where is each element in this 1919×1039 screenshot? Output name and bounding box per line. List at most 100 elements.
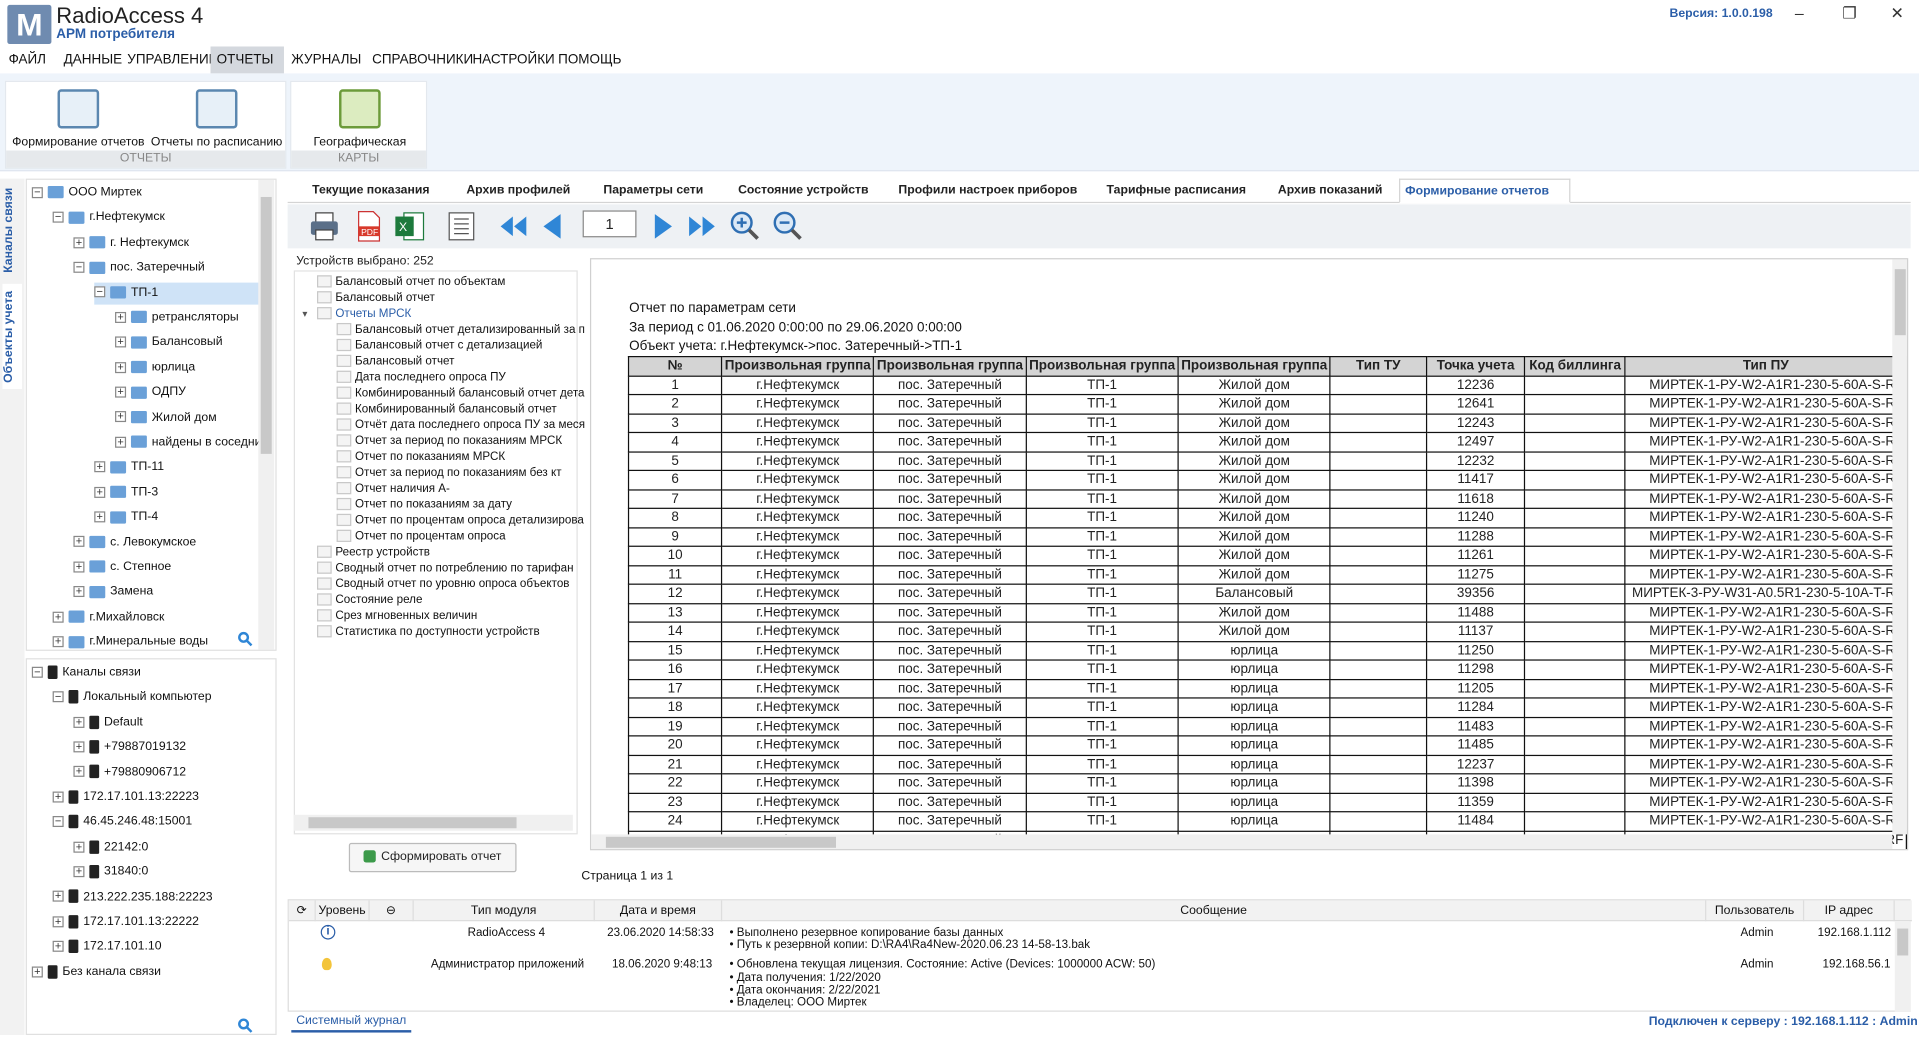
log-col-message[interactable]: Сообщение [722, 900, 1707, 922]
expand-icon[interactable]: + [115, 361, 127, 373]
close-button[interactable]: ✕ [1885, 4, 1909, 24]
zoom-in-icon[interactable] [728, 209, 762, 243]
expand-icon[interactable]: + [73, 841, 85, 853]
expand-icon[interactable]: + [94, 511, 106, 523]
expand-icon[interactable]: + [73, 766, 85, 778]
next-page-icon[interactable] [645, 209, 679, 243]
channel-node[interactable]: +213.222.235.188:22223 [52, 886, 213, 908]
report-item[interactable]: Отчет за период по показаниям без кт [336, 465, 562, 481]
log-col-level[interactable]: Уровень [316, 900, 370, 922]
report-item[interactable]: Отчет за период по показаниям МРСК [336, 433, 562, 449]
tree-node[interactable]: + ОДПУ [115, 382, 186, 404]
objects-tree-scroll-thumb[interactable] [260, 196, 272, 454]
tree-node[interactable]: + г. Нефтекумск [73, 232, 189, 254]
expand-icon[interactable]: + [52, 636, 64, 648]
report-hscroll-thumb[interactable] [605, 836, 836, 848]
report-item[interactable]: Сводный отчет по потреблению по тарифан [317, 560, 574, 576]
tab-profile-archive[interactable]: Архив профилей [461, 179, 575, 203]
expand-icon[interactable]: + [115, 336, 127, 348]
form-reports-button[interactable]: Формирование отчетов [11, 89, 146, 149]
tab-channels[interactable]: Каналы связи [2, 186, 22, 274]
channel-node[interactable]: − Локальный компьютер [52, 687, 212, 709]
expand-icon[interactable]: − [73, 261, 85, 273]
page-number-input[interactable]: 1 [582, 210, 637, 238]
tree-node[interactable]: + г.Михайловск [52, 607, 164, 629]
channel-node[interactable]: − Каналы связи [31, 662, 141, 684]
prev-page-icon[interactable] [536, 209, 570, 243]
tree-node[interactable]: + ТП-11 [94, 457, 164, 479]
log-refresh-icon[interactable]: ⟳ [289, 900, 316, 922]
tree-node[interactable]: + найдены в соседних [115, 432, 268, 454]
expand-icon[interactable]: + [115, 311, 127, 323]
tree-node[interactable]: + г.Минеральные воды [52, 632, 208, 650]
expand-icon[interactable]: + [73, 716, 85, 728]
expand-icon[interactable]: + [73, 561, 85, 573]
expand-icon[interactable]: − [52, 211, 64, 223]
scheduled-reports-button[interactable]: Отчеты по расписанию [151, 89, 283, 149]
expand-icon[interactable]: + [73, 236, 85, 248]
search-icon[interactable] [237, 631, 253, 647]
menu-settings[interactable]: НАСТРОЙКИ [466, 46, 561, 73]
tree-node[interactable]: + с. Степное [73, 557, 171, 579]
objects-tree-scrollbar[interactable] [258, 179, 275, 650]
report-item[interactable]: Отчет по процентам опроса детализирова [336, 513, 584, 529]
report-item[interactable]: Отчет по процентам опроса [336, 529, 506, 545]
log-col-datetime[interactable]: Дата и время [595, 900, 723, 922]
log-filter-icon[interactable]: ⊖ [370, 900, 414, 922]
expand-icon[interactable]: + [52, 791, 64, 803]
excel-icon[interactable]: X [393, 209, 427, 243]
first-page-icon[interactable] [496, 209, 530, 243]
expand-icon[interactable]: − [52, 691, 64, 703]
expand-icon[interactable]: + [52, 940, 64, 953]
report-item[interactable]: Балансовый отчет [317, 290, 435, 306]
tab-device-status[interactable]: Состояние устройств [733, 179, 873, 203]
tree-node[interactable]: + Замена [73, 582, 153, 604]
report-item[interactable]: Комбинированный балансовый отчет [336, 401, 557, 417]
expand-icon[interactable]: + [115, 411, 127, 423]
channel-node[interactable]: +172.17.101.13:22222 [52, 911, 199, 933]
channels-search-icon[interactable] [237, 1018, 253, 1034]
report-item[interactable]: Балансовый отчет [336, 354, 454, 370]
report-item[interactable]: Отчет по показаниям за дату [336, 497, 512, 513]
expand-icon[interactable]: − [52, 816, 64, 828]
menu-directories[interactable]: СПРАВОЧНИКИ [366, 46, 479, 73]
tab-system-log[interactable]: Системный журнал [291, 1011, 412, 1033]
report-item[interactable]: Комбинированный балансовый отчет дета [336, 385, 584, 401]
tab-tariff-schedules[interactable]: Тарифные расписания [1102, 179, 1251, 203]
report-item[interactable]: Реестр устройств [317, 544, 430, 560]
tree-node[interactable]: + ТП-3 [94, 482, 158, 504]
expand-icon[interactable]: − [94, 286, 106, 298]
tab-report-generation[interactable]: Формирование отчетов ✕ [1399, 178, 1571, 223]
log-col-ip[interactable]: IP адрес [1804, 900, 1895, 922]
pdf-icon[interactable]: PDF [351, 209, 385, 243]
expand-icon[interactable]: + [115, 386, 127, 398]
report-item[interactable]: Срез мгновенных величин [317, 608, 477, 624]
report-item[interactable]: Отчет наличия А- [336, 481, 450, 497]
report-list-hscroll[interactable] [293, 814, 573, 831]
tab-objects[interactable]: Объекты учета [2, 283, 23, 390]
report-item[interactable]: Состояние реле [317, 592, 422, 608]
report-item[interactable]: Дата последнего опроса ПУ [336, 369, 506, 385]
expand-icon[interactable]: − [31, 186, 43, 199]
tree-node[interactable]: + Балансовый [115, 332, 223, 354]
report-list-hscroll-thumb[interactable] [308, 817, 517, 829]
report-item[interactable]: Балансовый отчет по объектам [317, 274, 505, 290]
tab-network-params[interactable]: Параметры сети [599, 179, 709, 203]
channel-node[interactable]: +172.17.101.13:22223 [52, 787, 199, 809]
zoom-out-icon[interactable] [771, 209, 805, 243]
tree-node[interactable]: − ТП-1 [94, 282, 262, 305]
minimize-button[interactable]: – [1787, 4, 1811, 24]
expand-icon[interactable]: + [115, 436, 127, 448]
tree-node[interactable]: − г.Нефтекумск [52, 207, 165, 229]
tree-node[interactable]: − ООО Миртек [31, 182, 142, 204]
channel-node[interactable]: +22142:0 [73, 837, 148, 859]
expand-icon[interactable]: + [94, 461, 106, 473]
expand-icon[interactable]: + [73, 741, 85, 753]
log-vscroll-thumb[interactable] [1897, 928, 1909, 956]
menu-data[interactable]: ДАННЫЕ [58, 46, 129, 73]
tree-node[interactable]: − пос. Затеречный [73, 257, 205, 279]
channel-node[interactable]: + Default [73, 712, 143, 734]
menu-reports[interactable]: ОТЧЕТЫ [210, 46, 284, 74]
report-item[interactable]: Отчёт дата последнего опроса ПУ за меся [336, 417, 585, 433]
collapse-icon[interactable]: ▾ [302, 306, 307, 322]
